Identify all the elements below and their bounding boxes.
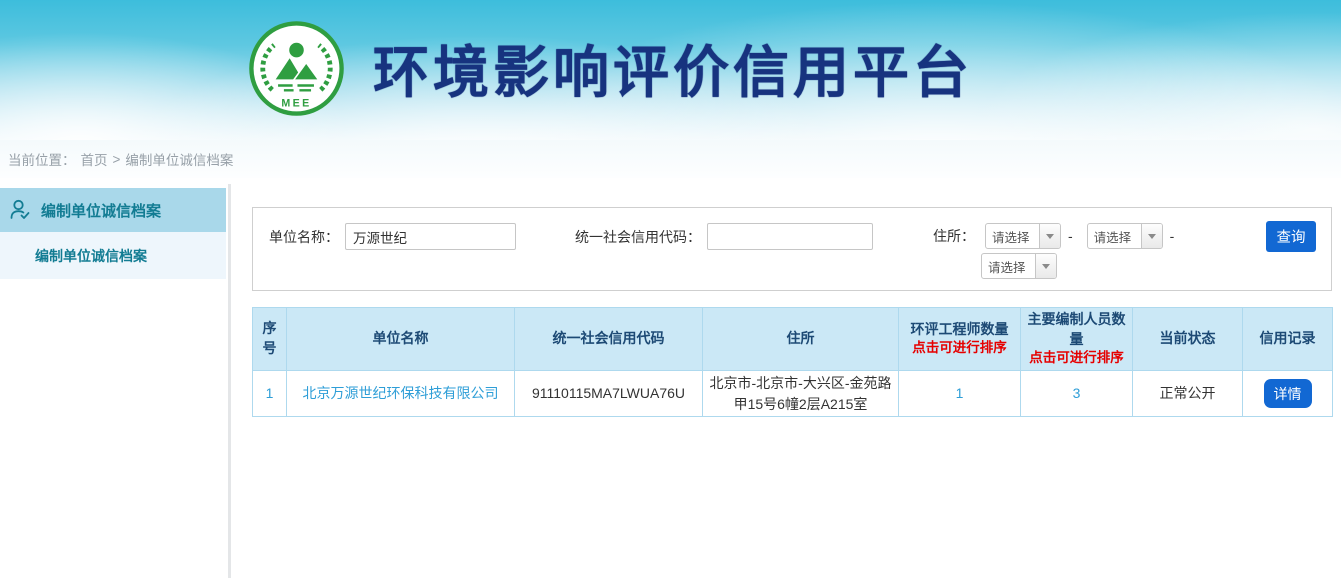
sidebar-group-label: 编制单位诚信档案 — [41, 200, 161, 221]
col-header-index: 序号 — [253, 308, 287, 371]
chevron-down-icon[interactable] — [1141, 224, 1162, 248]
sidebar-divider — [228, 184, 231, 578]
row-unit-name: 北京万源世纪环保科技有限公司 — [287, 371, 515, 417]
address-separator: - — [1068, 228, 1073, 244]
staff-count-link[interactable]: 3 — [1073, 385, 1081, 401]
chevron-down-icon[interactable] — [1035, 254, 1056, 278]
address-city-select[interactable]: 请选择 — [1087, 223, 1163, 249]
site-header: MEE 环境影响评价信用平台 — [0, 0, 1341, 140]
sidebar-item-unit-credit-archive[interactable]: 编制单位诚信档案 — [0, 232, 226, 279]
table-row: 1 北京万源世纪环保科技有限公司 91110115MA7LWUA76U 北京市-… — [253, 371, 1333, 417]
user-check-icon — [8, 198, 32, 222]
sidebar-item-label: 编制单位诚信档案 — [35, 246, 147, 266]
col-header-status: 当前状态 — [1133, 308, 1243, 371]
engineer-count-link[interactable]: 1 — [956, 385, 964, 401]
col-header-engineer-count-sort[interactable]: 环评工程师数量 点击可进行排序 — [899, 308, 1021, 371]
row-credit-code: 91110115MA7LWUA76U — [515, 371, 703, 417]
results-table: 序号 单位名称 统一社会信用代码 住所 环评工程师数量 点击可进行排序 主要编制… — [252, 307, 1333, 417]
row-staff-count: 3 — [1021, 371, 1133, 417]
sort-hint: 点击可进行排序 — [1025, 349, 1128, 368]
col-header-unit-name: 单位名称 — [287, 308, 515, 371]
sort-hint: 点击可进行排序 — [903, 339, 1016, 358]
col-header-credit-record: 信用记录 — [1243, 308, 1333, 371]
breadcrumb-home-link[interactable]: 首页 — [81, 149, 108, 169]
sidebar-group-unit-credit-archive[interactable]: 编制单位诚信档案 — [0, 188, 226, 232]
col-header-address: 住所 — [703, 308, 899, 371]
row-index: 1 — [253, 371, 287, 417]
main-content: 单位名称： 统一社会信用代码： 住所： 请选择 - 请选择 - 请选择 — [240, 178, 1341, 578]
chevron-down-icon[interactable] — [1039, 224, 1060, 248]
breadcrumb: 当前位置： 首页 > 编制单位诚信档案 — [0, 140, 1341, 178]
page-title: 环境影响评价信用平台 — [373, 28, 973, 109]
unit-name-label: 单位名称： — [269, 227, 339, 247]
unit-name-input[interactable] — [345, 223, 516, 250]
credit-code-label: 统一社会信用代码： — [575, 227, 701, 247]
row-status: 正常公开 — [1133, 371, 1243, 417]
breadcrumb-current: 编制单位诚信档案 — [125, 149, 233, 169]
svg-text:MEE: MEE — [281, 97, 311, 109]
search-panel: 单位名称： 统一社会信用代码： 住所： 请选择 - 请选择 - 请选择 — [252, 207, 1332, 291]
col-header-credit-code: 统一社会信用代码 — [515, 308, 703, 371]
address-separator: - — [1170, 228, 1175, 244]
row-credit-record: 详情 — [1243, 371, 1333, 417]
breadcrumb-prefix: 当前位置： — [8, 149, 76, 169]
mee-logo-icon: MEE — [248, 20, 345, 117]
sidebar: 编制单位诚信档案 编制单位诚信档案 — [0, 188, 226, 279]
table-header-row: 序号 单位名称 统一社会信用代码 住所 环评工程师数量 点击可进行排序 主要编制… — [253, 308, 1333, 371]
company-link[interactable]: 北京万源世纪环保科技有限公司 — [303, 385, 499, 401]
row-address: 北京市-北京市-大兴区-金苑路甲15号6幢2层A215室 — [703, 371, 899, 417]
address-province-select[interactable]: 请选择 — [985, 223, 1061, 249]
col-header-staff-count-sort[interactable]: 主要编制人员数量 点击可进行排序 — [1021, 308, 1133, 371]
query-button[interactable]: 查询 — [1266, 221, 1316, 252]
breadcrumb-separator: > — [113, 152, 121, 167]
row-engineer-count: 1 — [899, 371, 1021, 417]
credit-code-input[interactable] — [707, 223, 873, 250]
address-label: 住所： — [933, 226, 975, 246]
detail-button[interactable]: 详情 — [1264, 379, 1312, 408]
address-district-select[interactable]: 请选择 — [981, 253, 1057, 279]
